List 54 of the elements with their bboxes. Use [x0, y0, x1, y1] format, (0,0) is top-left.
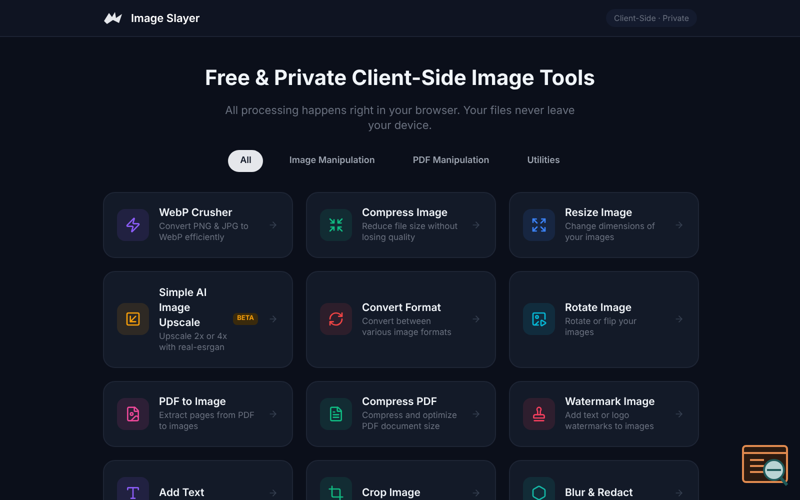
tool-card[interactable]: PDF to Image Extract pages from PDF to images — [103, 380, 293, 446]
tool-title: Add Text — [159, 485, 206, 500]
arrow-right-icon — [471, 220, 481, 230]
tool-card[interactable]: Compress PDF Compress and optimize PDF document size — [306, 380, 496, 446]
filter-tab[interactable]: PDF Manipulation — [400, 150, 502, 172]
arrow-right-icon — [471, 408, 481, 418]
tool-description: Compress and optimize PDF document size — [362, 411, 458, 433]
arrow-right-icon — [674, 314, 684, 324]
tool-description: Rotate or flip your images — [565, 316, 638, 338]
tool-description: Add text or logo watermarks to images — [565, 411, 655, 433]
arrow-right-icon — [471, 314, 481, 324]
tool-card[interactable]: Convert Format Convert between various image formats — [306, 270, 496, 368]
filter-tab[interactable]: Image Manipulation — [277, 150, 387, 172]
arrow-right-icon — [674, 220, 684, 230]
arrow-right-icon — [471, 488, 481, 498]
tool-card[interactable]: Add Text — [103, 460, 293, 500]
tool-title: Blur & Redact — [565, 485, 634, 500]
tool-title: Crop Image — [362, 485, 422, 500]
hero-title: Free & Private Client-Side Image Tools — [205, 65, 595, 93]
logo-icon — [103, 11, 123, 25]
arrow-right-icon — [268, 314, 278, 324]
filter-tab[interactable]: All — [228, 150, 264, 172]
tool-title: Resize Image — [565, 205, 634, 220]
tool-description: Reduce file size without losing quality — [362, 222, 459, 244]
tool-title: Compress PDF — [362, 394, 438, 409]
tool-card[interactable]: Rotate Image Rotate or flip your images — [509, 270, 699, 368]
tool-description: Convert PNG & JPG to WebP efficiently — [159, 222, 250, 244]
arrow-right-icon — [268, 488, 278, 498]
hero-subtitle: All processing happens right in your browser. Your files never leave your device. — [224, 102, 576, 132]
tool-title: Rotate Image — [565, 300, 633, 314]
tool-title: Compress Image — [362, 205, 449, 220]
tool-card[interactable]: Watermark Image Add text or logo watermarks to images — [509, 380, 699, 446]
tool-description: Convert between various image formats — [362, 316, 452, 338]
filter-tab[interactable]: Utilities — [515, 150, 572, 172]
tool-card[interactable]: Crop Image — [306, 460, 496, 500]
arrow-right-icon — [268, 408, 278, 418]
tool-title: Simple AI Image Upscale — [159, 284, 208, 330]
arrow-right-icon — [674, 488, 684, 498]
tool-card[interactable]: Resize Image Change dimensions of your images — [509, 192, 699, 258]
tool-title: PDF to Image — [159, 394, 227, 409]
browser-magnifier-icon[interactable] — [742, 445, 790, 487]
tool-card[interactable]: Blur & Redact — [509, 460, 699, 500]
privacy-pill: Client-Side · Private — [606, 9, 697, 27]
tool-description: Change dimensions of your images — [565, 222, 656, 244]
tool-description: Extract pages from PDF to images — [159, 411, 256, 433]
tool-card[interactable]: Compress Image Reduce file size without losing quality — [306, 192, 496, 258]
arrow-right-icon — [268, 220, 278, 230]
tool-title: WebP Crusher — [159, 205, 234, 220]
brand-name: Image Slayer — [131, 10, 200, 26]
tool-title: Watermark Image — [565, 394, 656, 409]
tool-description: Upscale 2x or 4x with real-esrgan — [159, 332, 228, 354]
arrow-right-icon — [674, 408, 684, 418]
tool-card[interactable]: WebP Crusher Convert PNG & JPG to WebP efficiently — [103, 192, 293, 258]
tool-title: Convert Format — [362, 300, 442, 314]
